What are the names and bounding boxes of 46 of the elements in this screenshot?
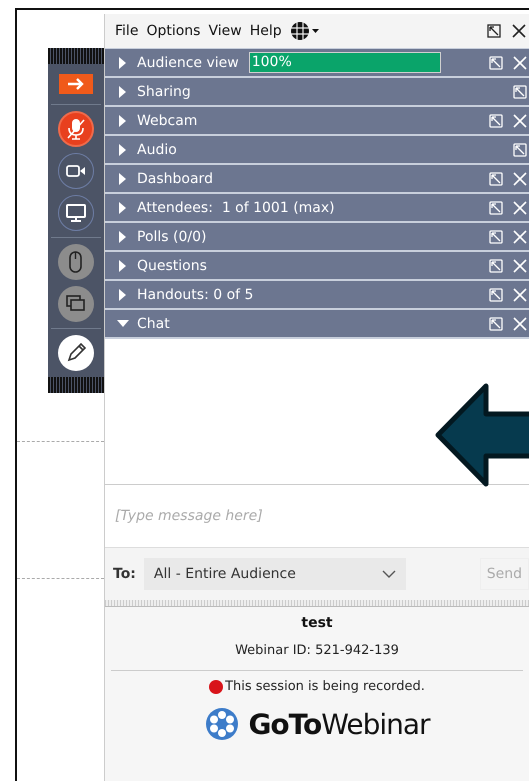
- panel-header[interactable]: Dashboard: [105, 165, 529, 194]
- muted-mic-icon[interactable]: [58, 111, 94, 147]
- pencil-icon[interactable]: [58, 335, 94, 371]
- menu-item[interactable]: Options: [146, 23, 200, 39]
- panel-header[interactable]: Sharing: [105, 78, 529, 107]
- panel-title: Dashboard: [137, 170, 213, 186]
- menu-item[interactable]: File: [115, 23, 138, 39]
- panel-title: Handouts: 0 of 5: [137, 286, 254, 302]
- grip-icon[interactable]: [48, 48, 104, 64]
- panel-header[interactable]: Handouts: 0 of 5: [105, 281, 529, 310]
- panel-header[interactable]: Audio: [105, 136, 529, 165]
- grip-icon[interactable]: [48, 377, 104, 393]
- recipient-dropdown[interactable]: All - Entire Audience: [144, 558, 406, 590]
- mouse-icon[interactable]: [58, 244, 94, 280]
- screens-icon[interactable]: [58, 286, 94, 322]
- popout-icon[interactable]: [487, 24, 501, 38]
- message-field[interactable]: [Type message here]: [105, 495, 529, 537]
- panel-header[interactable]: Polls (0/0): [105, 223, 529, 252]
- collapse-triangle-icon[interactable]: [117, 320, 129, 328]
- panel-title: Webcam: [137, 112, 198, 128]
- panel-title: Chat: [137, 316, 170, 332]
- panel-title: Audio: [137, 142, 177, 158]
- to-label: To:: [113, 566, 136, 582]
- panel-header[interactable]: Questions: [105, 252, 529, 281]
- panel-header[interactable]: Webcam: [105, 107, 529, 136]
- panel-title: Sharing: [137, 84, 191, 100]
- panel-header[interactable]: Attendees: 1 of 1001 (max): [105, 194, 529, 223]
- menu-item[interactable]: View: [208, 23, 242, 39]
- menu-item[interactable]: Help: [250, 23, 282, 39]
- panel-header[interactable]: Audience view 100%: [105, 48, 529, 78]
- recording-notice: This session is being recorded.: [225, 679, 425, 694]
- webinar-id: Webinar ID: 521-942-139: [235, 643, 399, 658]
- brand-logo: GoToWebinar: [248, 708, 430, 740]
- panel-title: Audience view: [137, 54, 239, 70]
- panel-title: Attendees: 1 of 1001 (max): [137, 200, 335, 216]
- close-icon[interactable]: [511, 23, 527, 39]
- monitor-icon[interactable]: [58, 195, 94, 231]
- meter-reading: 100%: [250, 54, 292, 70]
- panel-title: Questions: [137, 258, 207, 274]
- panel-title: Polls (0/0): [137, 228, 206, 244]
- chevron-down-icon[interactable]: [382, 570, 396, 578]
- webinar-title: test: [301, 615, 333, 631]
- flower-logo-icon: [204, 706, 240, 742]
- language-menu-button[interactable]: [290, 21, 320, 41]
- webcam-icon[interactable]: [58, 153, 94, 189]
- panel-header[interactable]: Chat: [105, 310, 529, 339]
